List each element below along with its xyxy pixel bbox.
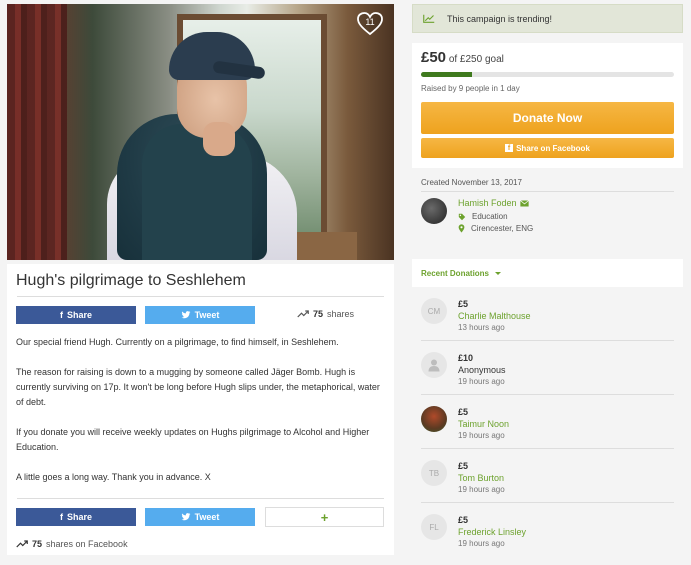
description-paragraph: Our special friend Hugh. Currently on a … xyxy=(16,337,339,347)
trending-chart-icon xyxy=(423,14,435,23)
share-count: 75 shares xyxy=(297,309,354,319)
donor-avatar xyxy=(421,352,447,378)
share-label: Share xyxy=(66,310,92,320)
vest xyxy=(142,124,252,260)
facebook-share-count: 75 shares on Facebook xyxy=(16,539,128,549)
description-paragraph: A little goes a long way. Thank you in a… xyxy=(16,472,211,482)
twitter-icon xyxy=(181,513,190,521)
donation-item: TB £5 Tom Burton 19 hours ago xyxy=(421,449,674,503)
donation-time: 19 hours ago xyxy=(458,431,505,440)
location-text: Cirencester, ENG xyxy=(471,224,534,233)
campaign-description: Our special friend Hugh. Currently on a … xyxy=(7,329,394,498)
donation-amount: £5 xyxy=(458,299,469,309)
shares-label: shares xyxy=(327,309,355,319)
organizer-name-link[interactable]: Hamish Foden xyxy=(458,198,529,208)
donor-name[interactable]: Taimur Noon xyxy=(458,419,509,429)
facebook-icon: f xyxy=(505,144,514,152)
donation-amount: £5 xyxy=(458,515,469,525)
raised-amount-line: £50 of £250 goal xyxy=(421,49,674,66)
recent-donations-header[interactable]: Recent Donations xyxy=(412,259,683,287)
envelope-icon[interactable] xyxy=(519,199,529,207)
facebook-icon: f xyxy=(59,310,63,320)
share-row-top: f Share Tweet 75 shares xyxy=(7,297,394,329)
heart-button[interactable]: 11 xyxy=(356,10,384,38)
tweet-label: Tweet xyxy=(194,310,220,320)
donor-avatar: TB xyxy=(421,460,447,486)
organizer: Hamish Foden Education Cirencester, ENG xyxy=(421,192,674,246)
anonymous-user-icon xyxy=(428,359,440,372)
donation-time: 19 hours ago xyxy=(458,539,505,548)
donation-amount: £10 xyxy=(458,353,474,363)
share-label: Share xyxy=(66,512,92,522)
share-row-bottom: f Share Tweet + 75 shares on Facebook xyxy=(7,499,394,555)
facebook-icon: f xyxy=(59,512,63,522)
organizer-location: Cirencester, ENG xyxy=(458,224,533,233)
share-on-facebook-label: Share on Facebook xyxy=(516,143,590,153)
organizer-name: Hamish Foden xyxy=(458,198,517,208)
trending-banner: This campaign is trending! xyxy=(412,4,683,33)
trending-arrow-icon xyxy=(16,540,28,548)
donation-item: FL £5 Frederick Linsley 19 hours ago xyxy=(421,503,674,557)
caret-down-icon xyxy=(495,272,502,276)
donation-amount: £5 xyxy=(458,461,469,471)
raised-amount: £50 xyxy=(421,49,447,66)
goal-text: of £250 goal xyxy=(448,54,504,65)
tweet-button-bottom[interactable]: Tweet xyxy=(145,508,255,526)
curtain xyxy=(7,4,67,260)
tag-icon xyxy=(458,213,466,220)
campaign-meta: Created November 13, 2017 Hamish Foden E… xyxy=(412,168,683,246)
donation-amount: £5 xyxy=(458,407,469,417)
campaign-photo: 11 xyxy=(7,4,394,260)
donation-item: £5 Taimur Noon 19 hours ago xyxy=(421,395,674,449)
donor-avatar xyxy=(421,406,447,432)
donate-now-button[interactable]: Donate Now xyxy=(421,102,674,134)
donation-time: 19 hours ago xyxy=(458,377,505,386)
twitter-icon xyxy=(181,311,190,319)
donor-name[interactable]: Frederick Linsley xyxy=(458,527,526,537)
share-count-value: 75 xyxy=(313,309,324,319)
facebook-share-button[interactable]: f Share xyxy=(16,306,136,324)
shares-on-facebook-label: shares on Facebook xyxy=(46,539,128,549)
donation-time: 13 hours ago xyxy=(458,323,505,332)
donation-list: CM £5 Charlie Malthouse 13 hours ago £10… xyxy=(412,287,683,557)
progress-bar xyxy=(421,72,674,77)
donation-item: £10 Anonymous 19 hours ago xyxy=(421,341,674,395)
more-share-button[interactable]: + xyxy=(265,507,384,527)
donor-name[interactable]: Tom Burton xyxy=(458,473,504,483)
recent-donations-label: Recent Donations xyxy=(421,269,490,278)
hand xyxy=(203,122,235,156)
category-text: Education xyxy=(472,212,508,221)
sidebar: This campaign is trending! £50 of £250 g… xyxy=(412,4,683,557)
plus-icon: + xyxy=(320,509,329,525)
campaign-column: 11 Hugh's pilgrimage to Seshlehem f Shar… xyxy=(7,4,394,555)
tweet-label: Tweet xyxy=(194,512,220,522)
location-pin-icon xyxy=(458,224,465,233)
goal-card: £50 of £250 goal Raised by 9 people in 1… xyxy=(412,43,683,168)
description-paragraph: The reason for raising is down to a mugg… xyxy=(16,367,380,407)
organizer-category: Education xyxy=(458,212,508,221)
created-date: Created November 13, 2017 xyxy=(421,178,674,192)
donor-name[interactable]: Charlie Malthouse xyxy=(458,311,531,321)
campaign-title: Hugh's pilgrimage to Seshlehem xyxy=(16,272,246,289)
share-count-value: 75 xyxy=(32,539,43,549)
donation-time: 19 hours ago xyxy=(458,485,505,494)
donor-avatar: CM xyxy=(421,298,447,324)
progress-fill xyxy=(421,72,472,77)
share-on-facebook-button[interactable]: f Share on Facebook xyxy=(421,138,674,158)
trending-arrow-icon xyxy=(297,310,309,318)
donation-item: CM £5 Charlie Malthouse 13 hours ago xyxy=(421,287,674,341)
donor-name: Anonymous xyxy=(458,365,506,375)
raised-by-text: Raised by 9 people in 1 day xyxy=(421,84,520,93)
heart-count: 11 xyxy=(365,17,375,27)
donor-avatar: FL xyxy=(421,514,447,540)
organizer-avatar[interactable] xyxy=(421,198,447,224)
description-paragraph: If you donate you will receive weekly up… xyxy=(16,427,370,452)
title-card: Hugh's pilgrimage to Seshlehem xyxy=(7,264,394,294)
facebook-share-button-bottom[interactable]: f Share xyxy=(16,508,136,526)
trending-text: This campaign is trending! xyxy=(447,13,553,24)
tweet-button[interactable]: Tweet xyxy=(145,306,255,324)
